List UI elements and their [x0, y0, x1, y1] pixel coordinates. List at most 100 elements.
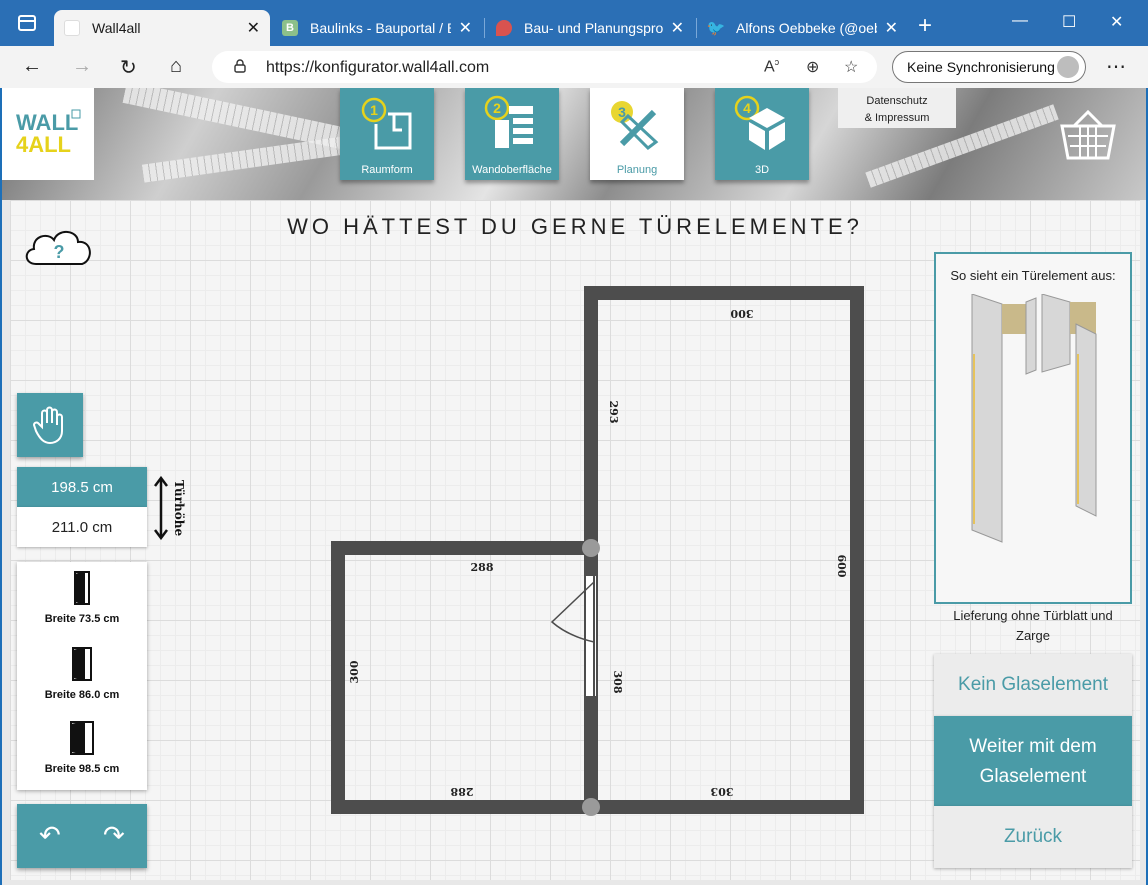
step-raumform[interactable]: 1 Raumform [340, 88, 434, 180]
dim-left-top: 288 [471, 561, 494, 574]
dim-top-right: 300 [730, 307, 753, 320]
door-icon [74, 571, 90, 605]
door-height-label: Türhöhe [172, 480, 186, 537]
floor-plan[interactable]: 300 293 600 288 300 308 288 303 [328, 286, 868, 826]
close-window-icon[interactable]: ✕ [1110, 12, 1123, 32]
close-tab-icon[interactable]: ✕ [671, 18, 684, 38]
address-bar: ← → ↻ ⌂ https://konfigurator.wall4all.co… [0, 46, 1148, 88]
undo-icon[interactable]: ↶ [39, 822, 61, 848]
wall-node[interactable] [582, 539, 600, 557]
sync-label: Keine Synchronisierung [907, 59, 1055, 75]
datenschutz-link[interactable]: Datenschutz & Impressum [838, 88, 956, 128]
door-width-option[interactable]: Breite 98.5 cm [17, 720, 147, 775]
home-icon[interactable]: ⌂ [170, 55, 182, 78]
logo-icon: WALL 4ALL [16, 109, 81, 157]
info-title: So sieht ein Türelement aus: [950, 268, 1116, 283]
tab-actions-icon[interactable] [18, 15, 36, 31]
door-element-info: So sieht ein Türelement aus: Lieferung o… [934, 252, 1132, 643]
dim-middle-upper: 293 [607, 401, 620, 424]
app-container: WALL 4ALL 1 Raumform 2 Wandoberfläche 3 … [2, 88, 1146, 885]
minimize-icon[interactable]: — [1012, 12, 1028, 30]
svg-text:4ALL: 4ALL [16, 132, 71, 157]
more-menu-icon[interactable]: ⋯ [1106, 54, 1126, 79]
tab-title: Wall4all [92, 20, 141, 36]
url-field[interactable]: https://konfigurator.wall4all.com Aↄ ⊕ ☆ [212, 51, 877, 83]
sync-button[interactable]: Keine Synchronisierung [892, 51, 1086, 83]
dim-left-wall: 300 [348, 660, 361, 683]
svg-text:1: 1 [370, 102, 378, 118]
wall4all-logo[interactable]: WALL 4ALL [2, 88, 94, 180]
tab-wall4all[interactable]: Wall4all ✕ [54, 10, 270, 46]
lock-icon [234, 59, 246, 73]
redo-icon[interactable]: ↷ [103, 822, 125, 848]
door-width-option[interactable]: Breite 73.5 cm [17, 570, 147, 625]
browser-tab-bar: Wall4all ✕ B Baulinks - Bauportal / B ✕ … [0, 0, 1148, 46]
svg-text:2: 2 [493, 100, 501, 116]
step-label: Raumform [361, 164, 413, 176]
refresh-icon[interactable]: ↻ [120, 55, 137, 80]
back-icon[interactable]: ← [22, 55, 42, 78]
door-icon [72, 647, 92, 681]
door-width-label: Breite 98.5 cm [44, 763, 120, 775]
profile-avatar [1057, 56, 1079, 78]
door-width-label: Breite 86.0 cm [44, 689, 120, 701]
planning-ruler-pencil-icon: 3 [611, 101, 659, 150]
tab-title: Bau- und Planungsproje [524, 20, 663, 36]
read-aloud-icon[interactable]: Aↄ [764, 57, 779, 76]
tab-title: Alfons Oebbeke (@oeb [736, 20, 877, 36]
step-label: Wandoberfläche [472, 164, 552, 176]
step-planung[interactable]: 3 Planung [590, 88, 684, 180]
tab-baulinks[interactable]: B Baulinks - Bauportal / B ✕ [272, 10, 482, 46]
tab-title: Baulinks - Bauportal / B [310, 20, 451, 36]
dim-bottom-right: 303 [711, 785, 734, 798]
app-header: WALL 4ALL 1 Raumform 2 Wandoberfläche 3 … [2, 88, 1146, 200]
door-width-option[interactable]: Breite 86.0 cm [17, 646, 147, 701]
help-cloud-icon[interactable]: ? [22, 224, 96, 272]
zoom-icon[interactable]: ⊕ [806, 57, 819, 77]
favorites-icon[interactable]: ☆ [844, 57, 858, 77]
svg-text:?: ? [54, 242, 65, 262]
shopping-cart-icon[interactable] [1058, 108, 1118, 164]
height-arrow-icon [154, 476, 168, 540]
back-button[interactable]: Zurück [934, 806, 1132, 868]
undo-redo-panel: ↶ ↷ [17, 804, 147, 868]
maximize-icon[interactable]: ☐ [1062, 12, 1076, 32]
door-icon [70, 721, 94, 755]
step-label: Planung [616, 164, 658, 176]
close-tab-icon[interactable]: ✕ [885, 18, 898, 38]
step-wandoberflaeche[interactable]: 2 Wandoberfläche [465, 88, 559, 180]
door-height-option[interactable]: 211.0 cm [17, 507, 147, 547]
forward-icon[interactable]: → [72, 55, 92, 78]
continue-glass-button[interactable]: Weiter mit dem Glaselement [934, 716, 1132, 806]
close-tab-icon[interactable]: ✕ [459, 18, 472, 38]
baulinks-favicon-icon: B [282, 20, 298, 36]
close-tab-icon[interactable]: ✕ [247, 18, 260, 38]
dim-bottom-left: 288 [450, 785, 473, 798]
url-text: https://konfigurator.wall4all.com [266, 59, 490, 76]
tab-twitter[interactable]: 🐦 Alfons Oebbeke (@oeb ✕ [698, 10, 908, 46]
info-caption: Lieferung ohne Türblatt und Zarge [953, 608, 1113, 643]
wall4all-favicon-icon [64, 20, 80, 36]
door-element-illustration [971, 294, 1097, 543]
tab-planungsprojekte[interactable]: Bau- und Planungsproje ✕ [486, 10, 694, 46]
no-glass-button[interactable]: Kein Glaselement [934, 654, 1132, 716]
cube-3d-icon: 4 [734, 95, 785, 150]
dim-middle-lower: 308 [611, 671, 624, 694]
door-height-option-selected[interactable]: 198.5 cm [17, 467, 147, 507]
impressum-line: & Impressum [864, 112, 930, 124]
planning-canvas[interactable]: WO HÄTTEST DU GERNE TÜRELEMENTE? ? 198.5… [10, 200, 1140, 880]
wall-surface-icon: 2 [484, 95, 533, 148]
dim-right-wall: 600 [835, 555, 848, 578]
hand-icon [32, 406, 63, 445]
right-room-walls [584, 286, 864, 814]
wall-node[interactable] [582, 798, 600, 816]
step-3d[interactable]: 4 3D [715, 88, 809, 180]
map-pin-favicon-icon [496, 20, 512, 36]
datenschutz-line: Datenschutz [866, 95, 928, 107]
pan-hand-button[interactable] [17, 393, 83, 457]
left-room-walls [331, 541, 591, 814]
floorplan-icon: 1 [361, 97, 412, 150]
new-tab-icon[interactable]: + [918, 14, 932, 38]
page-question: WO HÄTTEST DU GERNE TÜRELEMENTE? [287, 214, 863, 239]
twitter-favicon-icon: 🐦 [706, 20, 726, 37]
